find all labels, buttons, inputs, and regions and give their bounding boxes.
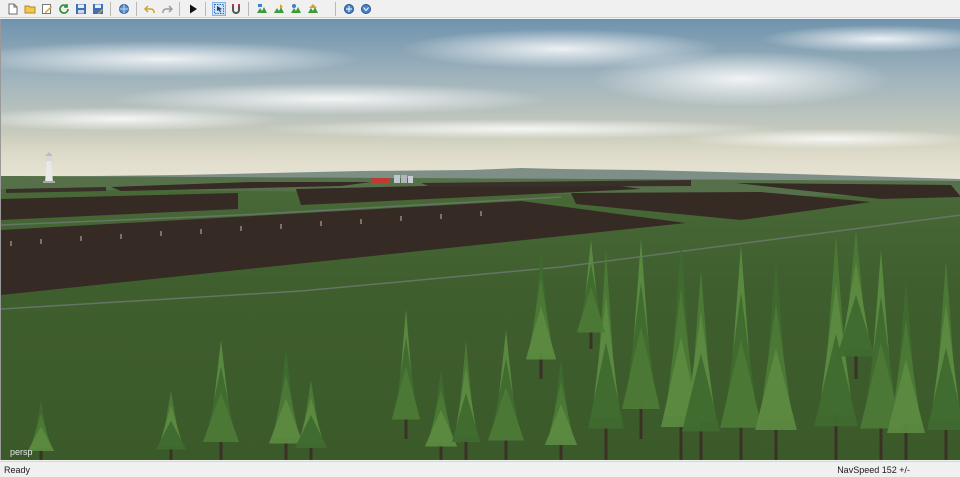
navigation-globe-icon[interactable] — [342, 2, 356, 16]
3d-viewport[interactable]: persp — [0, 19, 960, 460]
new-file-icon[interactable] — [6, 2, 20, 16]
toolbar-separator — [248, 1, 249, 16]
terrain-detail-icon[interactable] — [306, 2, 320, 16]
magnet-icon[interactable] — [229, 2, 243, 16]
terrain-tool-icon[interactable] — [255, 2, 269, 16]
camera-label: persp — [10, 447, 33, 457]
redo-icon[interactable] — [160, 2, 174, 16]
status-text: Ready — [4, 465, 31, 475]
toolbar-separator — [335, 1, 336, 16]
camera-globe-icon[interactable] — [359, 2, 373, 16]
toolbar-separator — [205, 1, 206, 16]
save-icon[interactable] — [74, 2, 88, 16]
terrain-paint-icon[interactable] — [272, 2, 286, 16]
scene-render — [1, 19, 960, 460]
globe-settings-icon[interactable] — [117, 2, 131, 16]
nav-speed-readout: NavSpeed 152 +/- — [837, 465, 910, 475]
refresh-icon[interactable] — [57, 2, 71, 16]
undo-icon[interactable] — [143, 2, 157, 16]
edit-icon[interactable] — [40, 2, 54, 16]
status-bar: Ready NavSpeed 152 +/- — [0, 461, 960, 477]
open-folder-icon[interactable] — [23, 2, 37, 16]
toolbar-separator — [110, 1, 111, 16]
select-icon[interactable] — [211, 1, 226, 16]
terrain-foliage-icon[interactable] — [289, 2, 303, 16]
save-as-icon[interactable] — [91, 2, 105, 16]
main-toolbar — [0, 0, 960, 18]
toolbar-separator — [136, 1, 137, 16]
play-icon[interactable] — [186, 2, 200, 16]
toolbar-separator — [179, 1, 180, 16]
